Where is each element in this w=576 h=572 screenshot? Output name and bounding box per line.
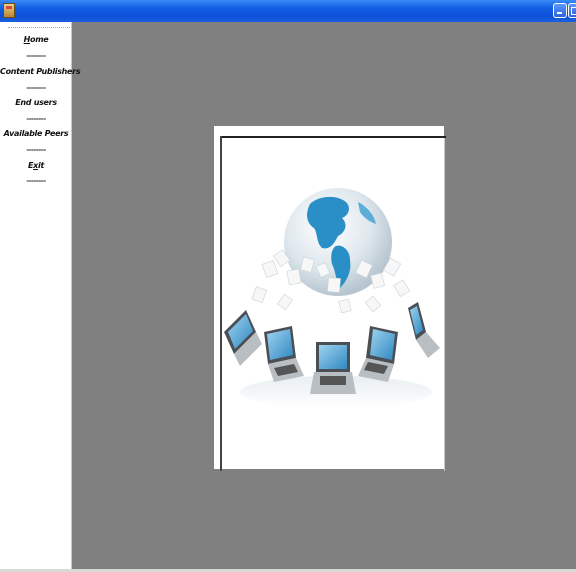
nav-end-users[interactable]: End users: [0, 98, 72, 107]
laptop-icon: [224, 310, 262, 366]
nav-available-peers[interactable]: Available Peers: [0, 129, 72, 138]
nav-separator: --------: [26, 52, 46, 60]
divider: [8, 27, 70, 28]
globe-network-illustration: [224, 188, 440, 408]
nav-separator: --------: [26, 84, 46, 92]
nav-home[interactable]: Home: [0, 35, 72, 44]
nav-separator: --------: [26, 146, 46, 154]
laptop-icon: [408, 302, 440, 358]
nav-home-label: ome: [30, 35, 49, 44]
restore-icon[interactable]: [568, 3, 576, 18]
laptop-icon: [358, 326, 398, 382]
picture-frame: [214, 126, 446, 471]
laptop-icon: [310, 342, 356, 394]
nav-exit[interactable]: Exit: [0, 161, 72, 170]
nav-content-publishers[interactable]: Content Publishers: [0, 67, 81, 76]
nav-exit-rest: it: [38, 161, 44, 170]
nav-separator: --------: [26, 177, 46, 185]
laptop-icon: [264, 326, 304, 382]
sidebar: Home -------- Content Publishers -------…: [0, 22, 81, 570]
title-bar[interactable]: [0, 0, 576, 22]
minimize-icon[interactable]: [553, 3, 567, 18]
app-icon[interactable]: [3, 3, 15, 18]
frame-edge: [444, 138, 445, 471]
nav-separator: --------: [26, 115, 46, 123]
